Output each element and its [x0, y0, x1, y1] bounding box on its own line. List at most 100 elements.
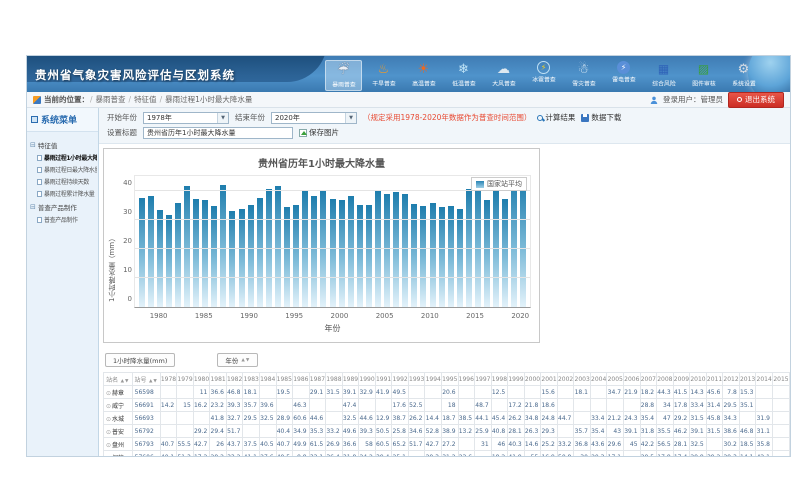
radio-icon[interactable]: ⊙ — [106, 416, 111, 423]
value-cell: 12.5 — [491, 386, 508, 399]
save-disk-icon — [581, 114, 589, 122]
radio-icon[interactable]: ⊙ — [106, 455, 111, 458]
breadcrumb-item[interactable]: 暴雨过程1小时最大降水量 — [165, 94, 252, 105]
toolbar: 开始年份 1978年▼ 结束年份 2020年▼ （规定采用1978-2020年数… — [99, 108, 790, 144]
col-header-year-1979[interactable]: 1979 — [177, 373, 194, 386]
bar-1991 — [257, 198, 263, 307]
bar-1983 — [184, 186, 190, 307]
year-sort-chip[interactable]: 年份▲▼ — [217, 353, 258, 367]
nav-item-lightning[interactable]: ⚡雷电普查 — [605, 60, 642, 91]
col-header-year-2004[interactable]: 2004 — [590, 373, 607, 386]
col-header-station[interactable]: 站名 ▲▼ — [104, 373, 133, 386]
value-cell: 17.6 — [392, 399, 409, 412]
col-header-year-1989[interactable]: 1989 — [342, 373, 359, 386]
tree-expand-icon[interactable]: ⊟ — [30, 141, 36, 149]
col-header-id[interactable]: 站号 ▲▼ — [132, 373, 160, 386]
col-header-year-2002[interactable]: 2002 — [557, 373, 574, 386]
save-image-button[interactable]: 保存图片 — [299, 127, 339, 138]
data-download-button[interactable]: 数据下载 — [581, 112, 621, 123]
col-header-year-2005[interactable]: 2005 — [607, 373, 624, 386]
logout-button[interactable]: 退出系统 — [728, 92, 784, 108]
tree-expand-icon[interactable]: ⊟ — [30, 203, 36, 211]
table-row: ⊙盘州5679340.755.542.72643.737.540.540.749… — [104, 438, 790, 451]
value-cell: 25.9 — [475, 425, 492, 438]
breadcrumb-item[interactable]: 暴雨普查 — [96, 94, 126, 105]
value-cell: 41.5 — [673, 386, 690, 399]
sidebar-item[interactable]: 暴雨过程1小时最大降水量 — [37, 153, 97, 162]
col-header-year-1981[interactable]: 1981 — [210, 373, 227, 386]
col-header-year-2009[interactable]: 2009 — [673, 373, 690, 386]
radio-icon[interactable]: ⊙ — [106, 403, 111, 410]
x-tick-label: 2005 — [376, 312, 394, 320]
end-year-select[interactable]: 2020年▼ — [271, 112, 357, 124]
col-header-year-1994[interactable]: 1994 — [425, 373, 442, 386]
col-header-year-2003[interactable]: 2003 — [574, 373, 591, 386]
value-cell: 31 — [475, 438, 492, 451]
col-header-year-2015[interactable]: 2015 — [772, 373, 789, 386]
col-header-year-1988[interactable]: 1988 — [326, 373, 343, 386]
nav-item-wind[interactable]: ☁大风普查 — [485, 60, 522, 91]
sidebar-item[interactable]: 普查产品制作 — [37, 215, 97, 224]
value-field-chip[interactable]: 1小时降水量(mm) — [105, 353, 175, 367]
col-header-year-1997[interactable]: 1997 — [475, 373, 492, 386]
sidebar-group[interactable]: ⊟普查产品制作 — [30, 202, 97, 212]
col-header-year-2012[interactable]: 2012 — [723, 373, 740, 386]
sidebar-item[interactable]: 暴雨过程持续天数 — [37, 177, 97, 186]
x-tick-label — [317, 312, 324, 320]
start-year-select[interactable]: 1978年▼ — [143, 112, 229, 124]
nav-item-composite[interactable]: ▦综合风险 — [645, 60, 682, 91]
col-header-year-1978[interactable]: 1978 — [160, 373, 177, 386]
breadcrumb-item[interactable]: 特征值 — [134, 94, 157, 105]
nav-item-settings[interactable]: ⚙系统设置 — [725, 60, 762, 91]
nav-item-hail[interactable]: ⚡冰雹普查 — [525, 60, 562, 91]
col-header-year-2013[interactable]: 2013 — [739, 373, 756, 386]
x-tick-label — [407, 312, 414, 320]
nav-item-heat[interactable]: ☀高温普查 — [405, 60, 442, 91]
radio-icon[interactable]: ⊙ — [106, 442, 111, 449]
value-cell: 28.8 — [640, 399, 657, 412]
nav-item-snow[interactable]: ☃雪灾普查 — [565, 60, 602, 91]
sidebar-group[interactable]: ⊟特征值 — [30, 140, 97, 150]
nav-item-cold[interactable]: ❄低温普查 — [445, 60, 482, 91]
nav-item-drought[interactable]: ♨干旱普查 — [365, 60, 402, 91]
col-header-year-2010[interactable]: 2010 — [690, 373, 707, 386]
value-cell: 31.8 — [342, 451, 359, 458]
col-header-year-1985[interactable]: 1985 — [276, 373, 293, 386]
col-header-year-2014[interactable]: 2014 — [756, 373, 773, 386]
col-header-year-1993[interactable]: 1993 — [408, 373, 425, 386]
col-header-year-1999[interactable]: 1999 — [508, 373, 525, 386]
col-header-year-1982[interactable]: 1982 — [226, 373, 243, 386]
col-header-year-2008[interactable]: 2008 — [657, 373, 674, 386]
col-header-year-2001[interactable]: 2001 — [541, 373, 558, 386]
value-cell — [160, 412, 177, 425]
col-header-year-1980[interactable]: 1980 — [193, 373, 210, 386]
col-header-year-2006[interactable]: 2006 — [624, 373, 641, 386]
radio-icon[interactable]: ⊙ — [106, 390, 111, 397]
chart-title-input[interactable]: 贵州省历年1小时最大降水量 — [143, 127, 293, 139]
value-cell — [491, 399, 508, 412]
nav-item-rainstorm[interactable]: ☔暴雨普查 — [325, 60, 362, 91]
sidebar-item[interactable]: 暴雨过程日最大降水量 — [37, 165, 97, 174]
nav-item-map-audit[interactable]: ▨图件审核 — [685, 60, 722, 91]
bar-2001 — [348, 196, 354, 307]
col-header-year-1996[interactable]: 1996 — [458, 373, 475, 386]
settings-icon: ⚙ — [738, 61, 750, 78]
col-header-year-1991[interactable]: 1991 — [375, 373, 392, 386]
calc-result-button[interactable]: 计算结果 — [537, 112, 575, 123]
col-header-year-1992[interactable]: 1992 — [392, 373, 409, 386]
radio-icon[interactable]: ⊙ — [106, 429, 111, 436]
sidebar-item[interactable]: 暴雨过程累计降水量 — [37, 189, 97, 198]
col-header-year-1998[interactable]: 1998 — [491, 373, 508, 386]
document-icon — [37, 155, 42, 161]
col-header-year-2000[interactable]: 2000 — [524, 373, 541, 386]
value-cell: 41.9 — [508, 451, 525, 458]
value-cell: 17.2 — [508, 399, 525, 412]
col-header-year-1984[interactable]: 1984 — [259, 373, 276, 386]
col-header-year-1995[interactable]: 1995 — [442, 373, 459, 386]
col-header-year-1990[interactable]: 1990 — [359, 373, 376, 386]
col-header-year-2007[interactable]: 2007 — [640, 373, 657, 386]
col-header-year-2011[interactable]: 2011 — [706, 373, 723, 386]
col-header-year-1986[interactable]: 1986 — [293, 373, 310, 386]
col-header-year-1987[interactable]: 1987 — [309, 373, 326, 386]
col-header-year-1983[interactable]: 1983 — [243, 373, 260, 386]
